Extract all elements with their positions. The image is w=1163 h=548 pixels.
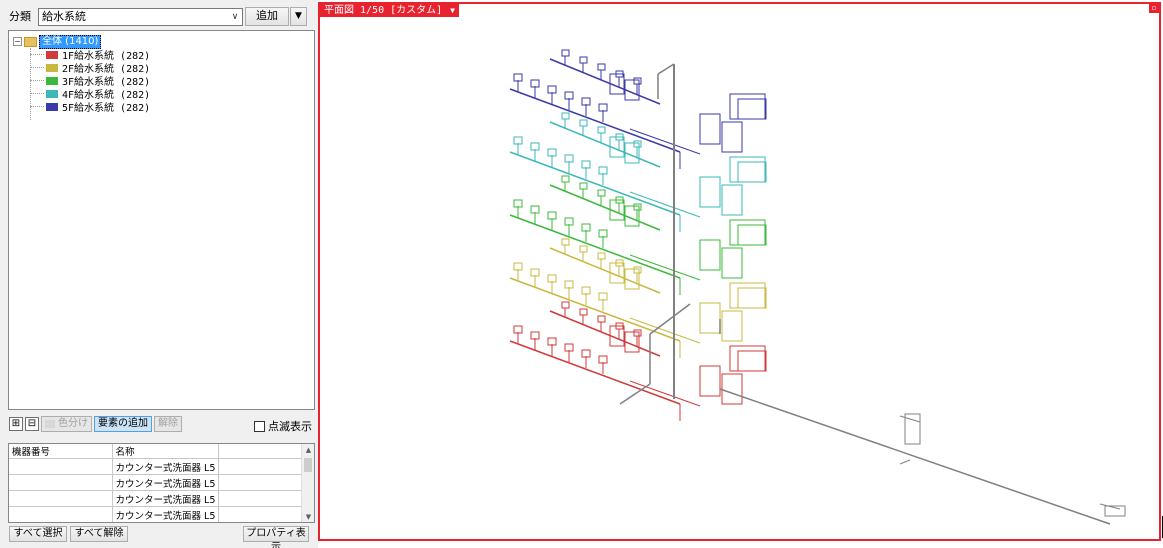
select-all-button[interactable]: すべて選択: [9, 526, 67, 542]
isometric-piping-drawing[interactable]: [320, 4, 1159, 539]
left-panel: 分類 給水系統 ∨ 追加 ▼ − 全体 (1410) 1F給水系統 (282) 2…: [0, 0, 318, 548]
scroll-down-icon[interactable]: ▼: [302, 511, 314, 522]
grid-scrollbar[interactable]: ▲ ▼: [301, 444, 314, 522]
maximize-icon[interactable]: ▫: [1149, 4, 1159, 13]
tree-toolbar: ⊞ ⊟ 色分け 要素の追加 解除: [9, 416, 184, 432]
category-select[interactable]: 給水系統 ∨: [38, 8, 243, 26]
chevron-down-icon[interactable]: ∨: [228, 9, 242, 25]
table-row[interactable]: カウンター式洗面器 L5: [9, 474, 305, 491]
cell-name: カウンター式洗面器 L5: [112, 458, 220, 475]
column-header-equipment-no[interactable]: 機器番号: [9, 444, 113, 459]
collapse-icon[interactable]: −: [13, 37, 22, 46]
scroll-up-icon[interactable]: ▲: [302, 444, 314, 457]
column-header-extra: [218, 444, 305, 459]
blink-display-label: 点滅表示: [268, 420, 312, 433]
cell-extra: [218, 490, 305, 507]
chevron-down-icon[interactable]: ▼: [450, 4, 455, 17]
tree-connector: [30, 80, 44, 81]
tree-connector: [30, 93, 44, 94]
category-select-value: 給水系統: [42, 10, 86, 23]
collapse-all-icon[interactable]: ⊟: [25, 417, 39, 431]
cell-equipment-no: [9, 490, 113, 507]
category-label: 分類: [9, 10, 31, 23]
add-element-button[interactable]: 要素の追加: [94, 416, 152, 432]
cell-extra: [218, 474, 305, 491]
color-swatch-icon: [46, 76, 58, 85]
equipment-grid[interactable]: 機器番号 名称 カウンター式洗面器 L5 カウンター式洗面器 L5 カウンター式洗面…: [8, 443, 315, 523]
properties-button[interactable]: プロパティ表示: [243, 526, 309, 548]
tree-item-label: 5F給水系統 (282): [62, 103, 151, 114]
table-row[interactable]: カウンター式洗面器 L5: [9, 490, 305, 507]
cell-equipment-no: [9, 506, 113, 522]
blink-display-checkbox[interactable]: 点滅表示: [254, 418, 312, 434]
color-swatch-icon: [46, 89, 58, 98]
folder-icon: [24, 36, 37, 47]
cell-name: カウンター式洗面器 L5: [112, 474, 220, 491]
color-split-label: 色分け: [58, 418, 88, 429]
table-row[interactable]: カウンター式洗面器 L5: [9, 458, 305, 475]
cell-equipment-no: [9, 458, 113, 475]
color-swatch-icon: [46, 50, 58, 59]
tree-connector: [30, 67, 44, 68]
viewport-title: 平面図 1/50 [カスタム]: [324, 5, 443, 16]
table-row[interactable]: カウンター式洗面器 L5: [9, 506, 305, 522]
column-header-name[interactable]: 名称: [112, 444, 220, 459]
cell-name: カウンター式洗面器 L5: [112, 506, 220, 522]
color-split-button[interactable]: 色分け: [41, 416, 92, 432]
tree-connector: [30, 54, 44, 55]
add-menu-dropdown-icon[interactable]: ▼: [290, 7, 307, 26]
checkbox-icon[interactable]: [254, 420, 265, 432]
tree-item[interactable]: 5F給水系統 (282): [30, 100, 151, 114]
expand-all-icon[interactable]: ⊞: [9, 417, 23, 431]
plan-viewport[interactable]: 平面図 1/50 [カスタム] ▼ ▫: [318, 2, 1161, 541]
release-button[interactable]: 解除: [154, 416, 182, 432]
cell-extra: [218, 506, 305, 522]
color-swatch-icon: [46, 63, 58, 72]
scroll-thumb[interactable]: [304, 458, 312, 472]
cell-extra: [218, 458, 305, 475]
add-button[interactable]: 追加: [245, 7, 289, 26]
deselect-all-button[interactable]: すべて解除: [70, 526, 128, 542]
bottom-buttons: すべて選択 すべて解除: [9, 526, 128, 542]
category-row: 分類: [9, 7, 35, 25]
tree-connector: [30, 106, 44, 107]
viewport-title-tab[interactable]: 平面図 1/50 [カスタム] ▼: [320, 4, 459, 17]
cell-name: カウンター式洗面器 L5: [112, 490, 220, 507]
color-swatch-icon: [46, 102, 58, 111]
cell-equipment-no: [9, 474, 113, 491]
color-split-icon: [45, 420, 55, 428]
system-tree[interactable]: − 全体 (1410) 1F給水系統 (282) 2F給水系統 (282) 3F給水…: [8, 30, 315, 410]
